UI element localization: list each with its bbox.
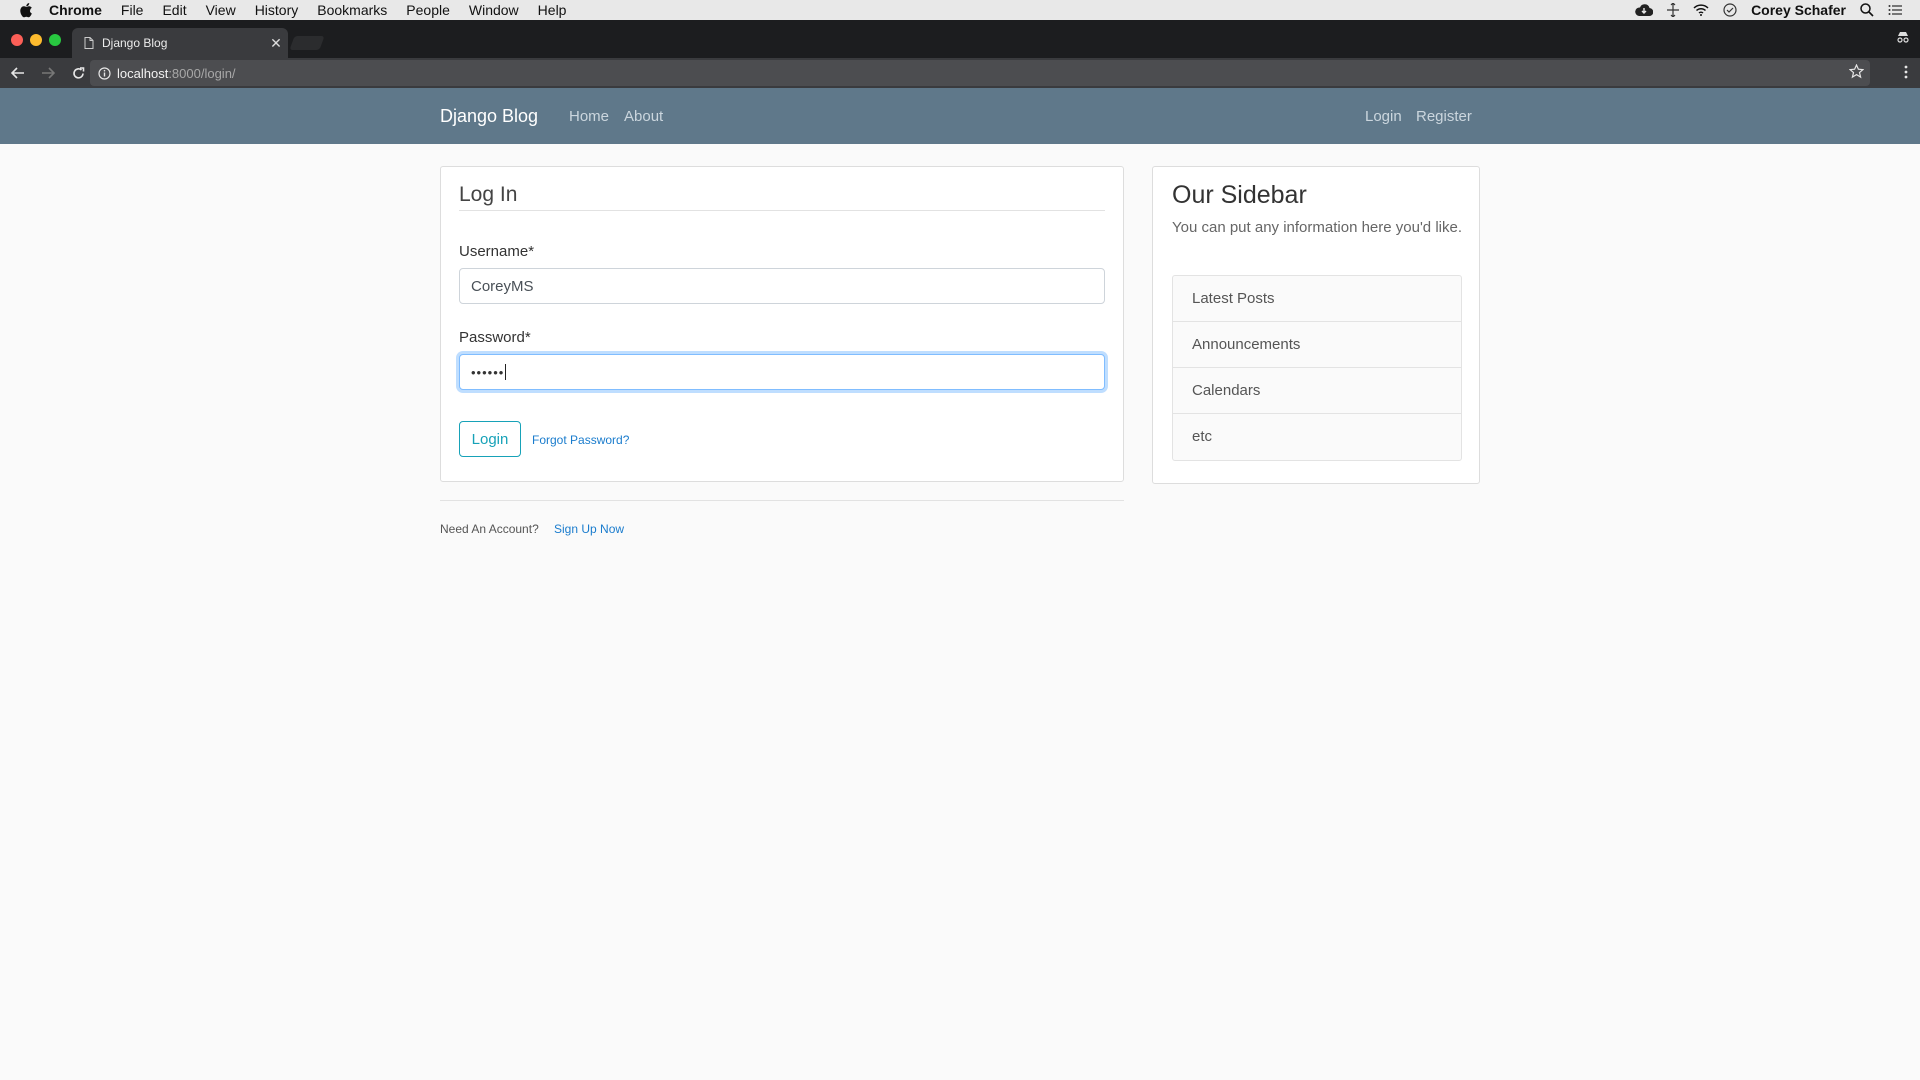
clock-icon[interactable] [1723,3,1737,17]
menu-bookmarks[interactable]: Bookmarks [317,0,387,20]
password-label: Password* [459,329,531,346]
nav-login-link[interactable]: Login [1365,108,1402,125]
sidebar-item-announcements[interactable]: Announcements [1173,322,1461,368]
nav-register-link[interactable]: Register [1416,108,1472,125]
username-value: CoreyMS [471,277,534,295]
browser-tab-strip: Django Blog ✕ [0,20,1920,58]
sidebar-title: Our Sidebar [1172,181,1307,209]
minimize-window-button[interactable] [30,34,42,46]
username-label: Username* [459,243,535,260]
menu-edit[interactable]: Edit [162,0,186,20]
nav-about-link[interactable]: About [624,108,663,125]
sidebar-item-etc[interactable]: etc [1173,414,1461,460]
menu-view[interactable]: View [206,0,236,20]
login-card: Log In Username* CoreyMS Password* •••••… [440,166,1124,482]
text-caret [505,364,507,380]
password-input[interactable]: •••••• [459,354,1105,390]
spotlight-search-icon[interactable] [1860,3,1874,17]
url-host: localhost [117,65,169,81]
reload-icon[interactable] [66,61,90,85]
browser-toolbar: localhost:8000/login/ [0,58,1920,88]
address-bar[interactable]: localhost:8000/login/ [90,60,1870,86]
legend-divider [459,210,1105,211]
sidebar-item-calendars[interactable]: Calendars [1173,368,1461,414]
menu-app-chrome[interactable]: Chrome [49,0,102,20]
document-icon [84,37,94,49]
browser-tab[interactable]: Django Blog ✕ [72,28,288,58]
wifi-icon[interactable] [1693,4,1709,16]
sidebar-list: Latest Posts Announcements Calendars etc [1172,275,1462,461]
menubar-status-area: Corey Schafer [1635,0,1902,20]
nav-home-link[interactable]: Home [569,108,609,125]
form-legend: Log In [459,183,518,206]
navbar-brand[interactable]: Django Blog [440,106,538,127]
site-info-icon[interactable] [98,66,111,80]
username-input[interactable]: CoreyMS [459,268,1105,304]
close-tab-icon[interactable]: ✕ [264,35,288,52]
incognito-icon [1896,30,1910,48]
site-navbar: Django Blog Home About Login Register [0,88,1920,144]
sidebar-card: Our Sidebar You can put any information … [1152,166,1480,484]
menubar-user-name[interactable]: Corey Schafer [1751,2,1846,18]
login-submit-button[interactable]: Login [459,421,521,457]
apple-icon[interactable] [19,2,35,18]
sidebar-item-latest-posts[interactable]: Latest Posts [1173,276,1461,322]
menu-help[interactable]: Help [538,0,567,20]
browser-menu-icon[interactable] [1904,65,1908,84]
back-arrow-icon[interactable] [6,61,30,85]
menu-people[interactable]: People [406,0,450,20]
need-account-text: Need An Account? [440,522,539,536]
menu-window[interactable]: Window [469,0,519,20]
password-value: •••••• [471,364,505,380]
menu-history[interactable]: History [255,0,299,20]
sidebar-description: You can put any information here you'd l… [1172,219,1462,236]
tab-title: Django Blog [102,36,168,50]
url-path: :8000/login/ [168,65,236,81]
bookmark-star-icon[interactable] [1848,63,1865,82]
new-tab-button[interactable] [289,36,325,50]
cloud-icon[interactable] [1635,4,1654,16]
sign-up-link[interactable]: Sign Up Now [554,522,624,536]
move-icon[interactable] [1667,3,1680,17]
menu-file[interactable]: File [121,0,144,20]
close-window-button[interactable] [11,34,23,46]
form-footer-divider [440,500,1124,501]
forgot-password-link[interactable]: Forgot Password? [532,433,629,447]
maximize-window-button[interactable] [49,34,61,46]
forward-arrow-icon[interactable] [36,61,60,85]
macos-menu-bar: Chrome File Edit View History Bookmarks … [0,0,1920,20]
notification-center-icon[interactable] [1888,4,1902,16]
